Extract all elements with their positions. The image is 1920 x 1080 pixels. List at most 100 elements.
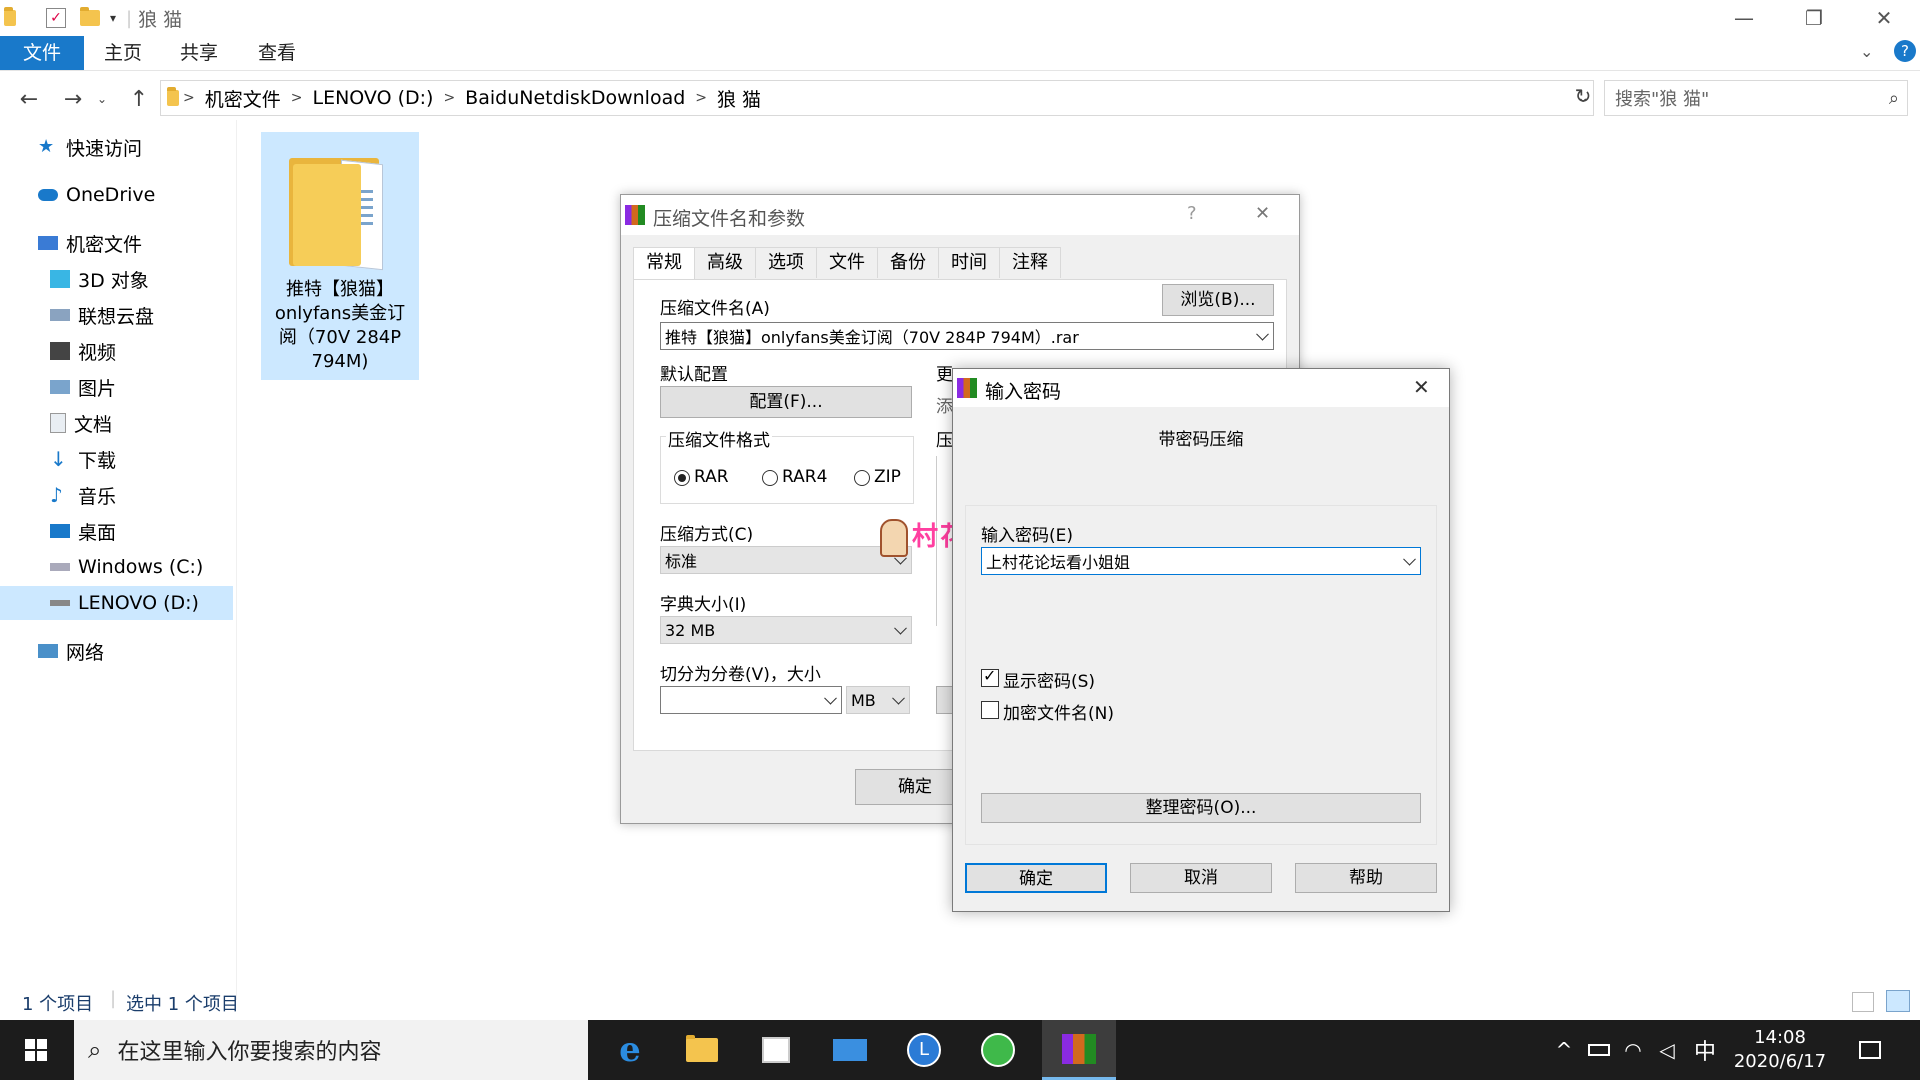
encrypt-filenames-label: 加密文件名(N) [1003, 704, 1114, 724]
breadcrumb-item[interactable]: LENOVO (D:) [306, 87, 439, 109]
wifi-icon[interactable]: ◠ [1618, 1020, 1648, 1080]
new-folder-icon[interactable] [80, 7, 100, 26]
refresh-icon[interactable]: ↻ [1568, 84, 1598, 114]
sidebar-item-lenovo-cloud[interactable]: 联想云盘 [0, 298, 283, 332]
browse-button[interactable]: 浏览(B)... [1162, 284, 1274, 316]
breadcrumb-item[interactable]: BaiduNetdiskDownload [459, 87, 691, 109]
search-icon[interactable]: ⌕ [1889, 88, 1899, 109]
tab-time[interactable]: 时间 [938, 247, 1000, 278]
compression-method-select[interactable]: 标准 [660, 546, 912, 574]
tab-comment[interactable]: 注释 [999, 247, 1061, 278]
chevron-down-icon[interactable] [894, 621, 907, 635]
help-icon[interactable]: ? [1187, 203, 1197, 224]
sidebar-item-quick-access[interactable]: ★ 快速访问 [0, 130, 271, 164]
sidebar-item-downloads[interactable]: ↓ 下载 [0, 442, 283, 476]
tab-general[interactable]: 常规 [633, 247, 695, 281]
chevron-down-icon[interactable] [1256, 327, 1269, 341]
search-icon: ⌕ [88, 1036, 102, 1064]
format-zip-radio[interactable] [854, 470, 870, 486]
battery-icon[interactable] [1584, 1020, 1614, 1080]
split-size-input[interactable] [660, 686, 842, 714]
help-button[interactable]: 帮助 [1295, 863, 1437, 893]
sidebar-item-pictures[interactable]: 图片 [0, 370, 283, 404]
sidebar-item-videos[interactable]: 视频 [0, 334, 283, 368]
expand-ribbon-icon[interactable]: ⌄ [1860, 42, 1873, 61]
mail-app-icon[interactable] [814, 1020, 886, 1080]
format-rar-radio[interactable] [674, 470, 690, 486]
address-box[interactable]: > 机密文件 > LENOVO (D:) > BaiduNetdiskDownl… [160, 80, 1594, 116]
close-button[interactable]: ✕ [1854, 0, 1914, 36]
cancel-button[interactable]: 取消 [1130, 863, 1272, 893]
crumb-separator: > [695, 90, 708, 106]
archive-name-combo[interactable]: 推特【狼猫】onlyfans美金订阅（70V 284P 794M）.rar [660, 322, 1274, 350]
clock[interactable]: 14:08 2020/6/17 [1730, 1020, 1830, 1080]
edge-app-icon[interactable]: e [594, 1020, 666, 1080]
search-input[interactable]: 搜索"狼 猫" ⌕ [1604, 80, 1908, 116]
file-item-folder[interactable]: 推特【狼猫】 onlyfans美金订 阅（70V 284P 794M) [261, 132, 419, 380]
maximize-button[interactable]: ❐ [1784, 0, 1844, 36]
organize-passwords-button[interactable]: 整理密码(O)... [981, 793, 1421, 823]
split-unit-select[interactable]: MB [846, 686, 910, 714]
download-icon: ↓ [50, 447, 67, 471]
sidebar-item-this-pc[interactable]: 机密文件 [0, 226, 271, 260]
sidebar-item-windows-c[interactable]: Windows (C:) [0, 550, 283, 584]
chevron-down-icon[interactable] [892, 691, 905, 705]
start-button[interactable] [0, 1020, 72, 1080]
tab-options[interactable]: 选项 [755, 247, 817, 278]
clock-app-icon[interactable]: L [888, 1020, 960, 1080]
sidebar-item-3d-objects[interactable]: 3D 对象 [0, 262, 283, 296]
winrar-app-icon[interactable] [1042, 1020, 1116, 1080]
breadcrumb-item[interactable]: 狼 猫 [711, 85, 767, 112]
sidebar-item-network[interactable]: 网络 [0, 634, 271, 668]
properties-icon[interactable]: ✓ [46, 8, 66, 28]
tab-backup[interactable]: 备份 [877, 247, 939, 278]
tab-advanced[interactable]: 高级 [694, 247, 756, 278]
notifications-icon[interactable] [1850, 1020, 1890, 1080]
chevron-down-icon[interactable] [1403, 552, 1416, 566]
volume-icon[interactable]: ◁ [1652, 1020, 1682, 1080]
update-mode-value[interactable]: 添 [936, 392, 953, 417]
dictionary-size-select[interactable]: 32 MB [660, 616, 912, 644]
customize-toolbar-icon[interactable]: ▾ [110, 11, 116, 25]
back-button[interactable]: ← [12, 82, 46, 116]
sidebar-item-onedrive[interactable]: OneDrive [0, 178, 271, 212]
tab-share[interactable]: 共享 [160, 36, 238, 70]
sidebar-item-documents[interactable]: 文档 [0, 406, 283, 440]
taskbar-search-box[interactable]: ⌕ 在这里输入你要搜索的内容 [74, 1020, 588, 1080]
show-hidden-icons-icon[interactable]: ^ [1550, 1020, 1578, 1080]
chevron-down-icon[interactable] [824, 691, 837, 705]
minimize-button[interactable]: — [1714, 0, 1774, 36]
forward-button[interactable]: → [56, 82, 90, 116]
sidebar-item-desktop[interactable]: 桌面 [0, 514, 283, 548]
sidebar-item-music[interactable]: ♪ 音乐 [0, 478, 283, 512]
help-icon[interactable]: ? [1894, 40, 1916, 62]
show-password-checkbox[interactable]: ✓ [981, 666, 999, 687]
profiles-button[interactable]: 配置(F)... [660, 386, 912, 418]
store-app-icon[interactable] [740, 1020, 812, 1080]
dialog-title-bar: 输入密码 ✕ [953, 369, 1449, 407]
password-input[interactable]: 上村花论坛看小姐姐 [981, 547, 1421, 575]
file-explorer-app-icon[interactable] [666, 1020, 738, 1080]
tab-home[interactable]: 主页 [84, 36, 162, 70]
browser-app-icon[interactable] [962, 1020, 1034, 1080]
format-rar4-radio[interactable] [762, 470, 778, 486]
breadcrumb-item[interactable]: 机密文件 [199, 85, 287, 112]
clock-date: 2020/6/17 [1733, 1051, 1827, 1072]
ok-button[interactable]: 确定 [965, 863, 1107, 893]
encrypt-filenames-checkbox[interactable] [981, 701, 999, 719]
file-name-line: 推特【狼猫】 [286, 279, 394, 300]
recent-locations-icon[interactable]: ⌄ [92, 82, 112, 116]
details-view-icon[interactable] [1852, 992, 1874, 1012]
tab-file[interactable]: 文件 [0, 36, 84, 70]
close-icon[interactable]: ✕ [1413, 375, 1430, 399]
winrar-icon [625, 205, 645, 225]
ime-indicator[interactable]: 中 [1688, 1020, 1722, 1080]
crumb-separator: > [290, 90, 303, 106]
close-icon[interactable]: ✕ [1255, 203, 1270, 224]
tab-view[interactable]: 查看 [238, 36, 316, 70]
address-bar-row: ← → ⌄ ↑ > 机密文件 > LENOVO (D:) > BaiduNetd… [0, 78, 1920, 118]
sidebar-item-lenovo-d[interactable]: LENOVO (D:) [0, 586, 233, 620]
up-button[interactable]: ↑ [122, 82, 156, 116]
large-icons-view-icon[interactable] [1886, 990, 1910, 1012]
tab-files[interactable]: 文件 [816, 247, 878, 278]
